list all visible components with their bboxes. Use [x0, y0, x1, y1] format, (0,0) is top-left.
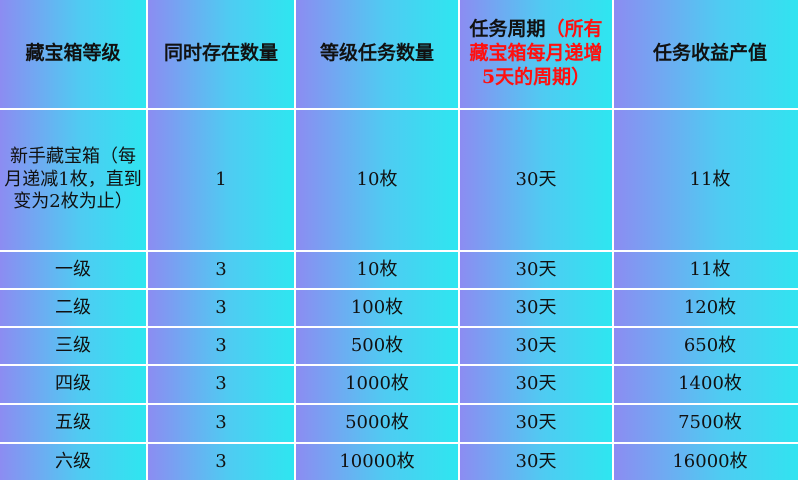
- row-3-cycle: 30天: [460, 328, 612, 364]
- row-3-simultaneous-text: 3: [215, 334, 227, 356]
- row-3-level: 三级: [0, 328, 146, 364]
- row-4-yield-text: 1400枚: [678, 373, 742, 395]
- row-1-task-count: 10枚: [296, 252, 458, 288]
- row-3-task-count: 500枚: [296, 328, 458, 364]
- row-5-simultaneous: 3: [148, 405, 294, 442]
- row-2-simultaneous: 3: [148, 290, 294, 326]
- row-2-task-count: 100枚: [296, 290, 458, 326]
- row-6-simultaneous: 3: [148, 444, 294, 480]
- row-3-cycle-text: 30天: [515, 334, 557, 356]
- row-6-simultaneous-text: 3: [215, 450, 227, 472]
- row-2-cycle-text: 30天: [515, 296, 557, 318]
- row-1-level: 一级: [0, 252, 146, 288]
- row-1-cycle-text: 30天: [515, 258, 557, 280]
- header-simultaneous-count-label: 同时存在数量: [163, 42, 278, 65]
- header-task-yield: 任务收益产值: [614, 0, 798, 108]
- row-1-yield: 11枚: [614, 252, 798, 288]
- row-6-task-count: 10000枚: [296, 444, 458, 480]
- row-6-level: 六级: [0, 444, 146, 480]
- row-5-yield: 7500枚: [614, 405, 798, 442]
- row-5-yield-text: 7500枚: [678, 412, 742, 434]
- row-2-yield: 120枚: [614, 290, 798, 326]
- row-2-level-text: 二级: [55, 296, 91, 318]
- row-6-yield: 16000枚: [614, 444, 798, 480]
- row-5-simultaneous-text: 3: [215, 412, 227, 434]
- row-5-level-text: 五级: [55, 412, 91, 434]
- row-0-simultaneous-text: 1: [215, 168, 227, 190]
- header-task-yield-label: 任务收益产值: [652, 42, 767, 65]
- row-4-level-text: 四级: [55, 373, 91, 395]
- header-task-count: 等级任务数量: [296, 0, 458, 108]
- row-3-simultaneous: 3: [148, 328, 294, 364]
- row-4-task-count: 1000枚: [296, 366, 458, 403]
- header-task-cycle: 任务周期（所有藏宝箱每月递增5天的周期）: [460, 0, 612, 108]
- header-task-cycle-label: 任务周期: [469, 18, 546, 41]
- row-1-simultaneous-text: 3: [215, 258, 227, 280]
- header-level-label: 藏宝箱等级: [25, 42, 121, 65]
- row-6-yield-text: 16000枚: [672, 450, 748, 472]
- row-4-simultaneous-text: 3: [215, 373, 227, 395]
- row-1-task-count-text: 10枚: [356, 258, 398, 280]
- row-5-task-count-text: 5000枚: [345, 412, 409, 434]
- row-5-task-count: 5000枚: [296, 405, 458, 442]
- row-3-task-count-text: 500枚: [350, 334, 404, 356]
- row-5-cycle-text: 30天: [515, 412, 557, 434]
- row-4-simultaneous: 3: [148, 366, 294, 403]
- header-task-count-label: 等级任务数量: [319, 42, 434, 65]
- row-5-level: 五级: [0, 405, 146, 442]
- row-3-yield-text: 650枚: [683, 334, 737, 356]
- row-2-yield-text: 120枚: [683, 296, 737, 318]
- row-2-simultaneous-text: 3: [215, 296, 227, 318]
- row-0-level: 新手藏宝箱（每月递减1枚，直到变为2枚为止）: [0, 110, 146, 250]
- row-4-level: 四级: [0, 366, 146, 403]
- row-6-cycle-text: 30天: [515, 450, 557, 472]
- row-0-simultaneous: 1: [148, 110, 294, 250]
- row-1-yield-text: 11枚: [689, 258, 731, 280]
- row-6-cycle: 30天: [460, 444, 612, 480]
- row-4-cycle: 30天: [460, 366, 612, 403]
- header-task-cycle-text: 任务周期（所有藏宝箱每月递增5天的周期）: [464, 18, 608, 89]
- row-1-simultaneous: 3: [148, 252, 294, 288]
- row-0-yield-text: 11枚: [689, 168, 731, 190]
- row-1-cycle: 30天: [460, 252, 612, 288]
- row-2-cycle: 30天: [460, 290, 612, 326]
- row-6-task-count-text: 10000枚: [339, 450, 415, 472]
- row-4-yield: 1400枚: [614, 366, 798, 403]
- row-2-task-count-text: 100枚: [350, 296, 404, 318]
- row-0-cycle: 30天: [460, 110, 612, 250]
- row-0-yield: 11枚: [614, 110, 798, 250]
- header-simultaneous-count: 同时存在数量: [148, 0, 294, 108]
- row-4-cycle-text: 30天: [515, 373, 557, 395]
- row-0-task-count: 10枚: [296, 110, 458, 250]
- row-1-level-text: 一级: [55, 258, 91, 280]
- header-level: 藏宝箱等级: [0, 0, 146, 108]
- row-0-cycle-text: 30天: [515, 168, 557, 190]
- row-3-yield: 650枚: [614, 328, 798, 364]
- row-4-task-count-text: 1000枚: [345, 373, 409, 395]
- row-6-level-text: 六级: [55, 450, 91, 472]
- row-3-level-text: 三级: [55, 334, 91, 356]
- row-0-level-text: 新手藏宝箱（每月递减1枚，直到变为2枚为止）: [4, 146, 142, 213]
- treasure-box-table: 藏宝箱等级 同时存在数量 等级任务数量 任务周期（所有藏宝箱每月递增5天的周期）…: [0, 0, 798, 480]
- row-2-level: 二级: [0, 290, 146, 326]
- row-5-cycle: 30天: [460, 405, 612, 442]
- row-0-task-count-text: 10枚: [356, 168, 398, 190]
